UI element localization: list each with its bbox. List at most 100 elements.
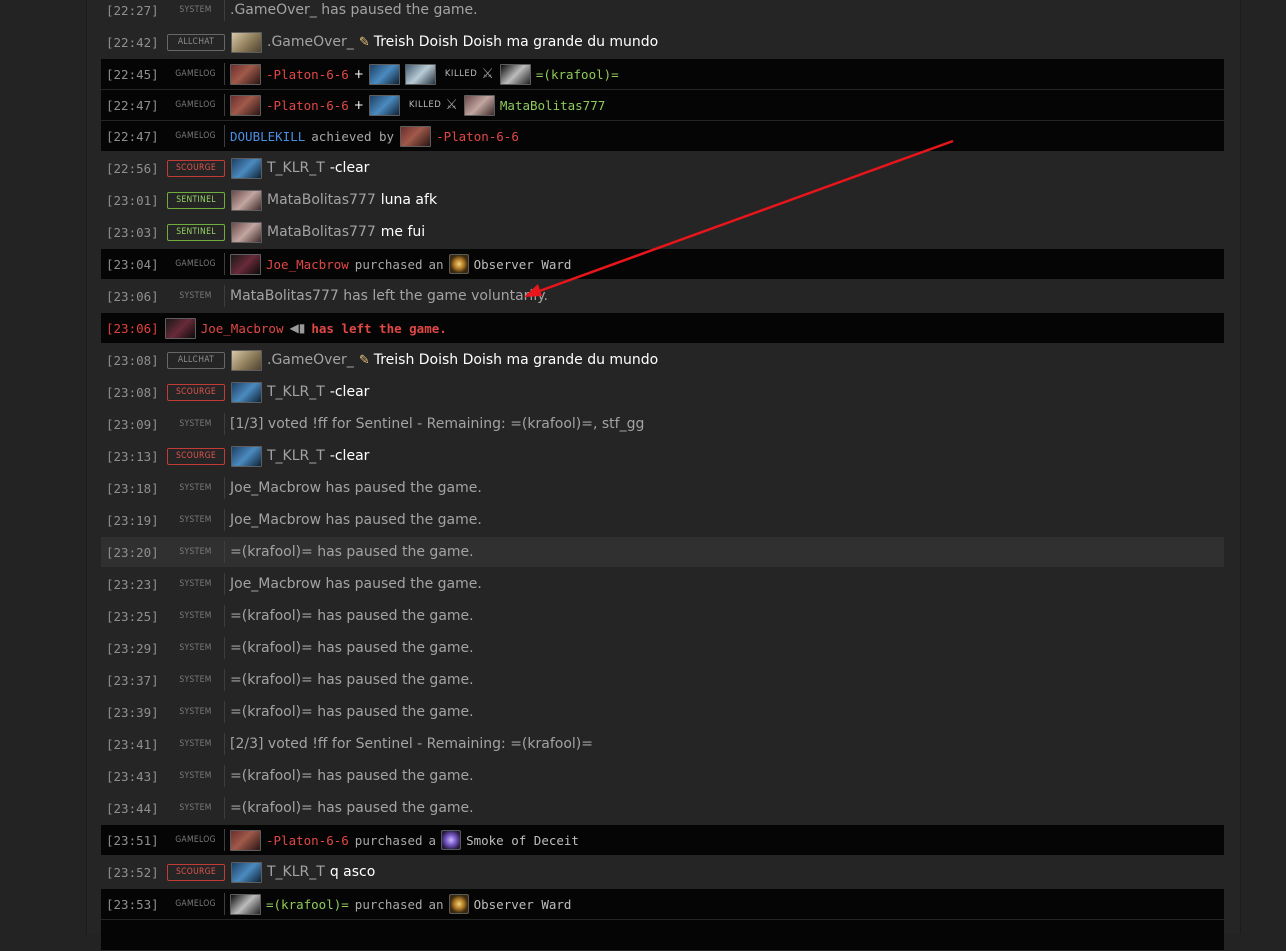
system-message: =(krafool)= has paused the game. [230, 800, 474, 816]
log-row: [23:25] SYSTEM =(krafool)= has paused th… [101, 600, 1224, 632]
player-name[interactable]: T_KLR_T [267, 864, 325, 880]
system-message: [2/3] voted !ff for Sentinel - Remaining… [230, 736, 593, 752]
gamelog-tag: GAMELOG [167, 829, 225, 851]
log-row: [23:19] SYSTEM Joe_Macbrow has paused th… [101, 504, 1224, 536]
chat-message: -clear [329, 448, 370, 464]
system-tag: SYSTEM [167, 477, 225, 499]
timestamp: [23:06] [106, 288, 159, 304]
article-text: a [428, 832, 437, 848]
log-row: [22:56] SCOURGE T_KLR_T -clear [101, 152, 1224, 184]
hero-avatar [499, 63, 531, 85]
hero-avatar [230, 94, 261, 116]
system-message: Joe_Macbrow has paused the game. [230, 576, 482, 592]
timestamp: [23:52] [106, 864, 159, 880]
system-message: [1/3] voted !ff for Sentinel - Remaining… [230, 416, 645, 432]
player-name[interactable]: =(krafool)= [536, 67, 619, 82]
broom-icon: ✎ [358, 34, 370, 50]
scourge-tag: SCOURGE [167, 447, 225, 465]
timestamp: [23:04] [106, 256, 159, 272]
killed-label: KILLED [444, 69, 478, 79]
player-name[interactable]: .GameOver_ [267, 34, 354, 50]
player-name[interactable]: MataBolitas777 [267, 192, 376, 208]
timestamp: [23:29] [106, 640, 159, 656]
system-message: .GameOver_ has paused the game. [230, 2, 478, 18]
hero-avatar [231, 189, 262, 211]
gamelog-tag: GAMELOG [167, 125, 225, 147]
article-text: an [428, 256, 444, 272]
log-row: [23:29] SYSTEM =(krafool)= has paused th… [101, 632, 1224, 664]
timestamp: [23:19] [106, 512, 159, 528]
player-name[interactable]: =(krafool)= [266, 897, 349, 912]
player-name[interactable]: Joe_Macbrow [201, 321, 284, 336]
gamelog-tag: GAMELOG [167, 253, 225, 275]
system-tag: SYSTEM [167, 797, 225, 819]
purchased-text: purchased [354, 256, 423, 272]
broom-icon: ✎ [358, 352, 370, 368]
log-row-hovered: [23:20] SYSTEM =(krafool)= has paused th… [101, 537, 1224, 567]
player-name[interactable]: T_KLR_T [267, 160, 325, 176]
system-tag: SYSTEM [167, 701, 225, 723]
gamelog-row: [22:47] GAMELOG DOUBLEKILL achieved by -… [101, 121, 1224, 151]
timestamp: [23:23] [106, 576, 159, 592]
gamelog-tag: GAMELOG [167, 63, 225, 85]
timestamp: [23:44] [106, 800, 159, 816]
item-name: Observer Ward [473, 896, 572, 912]
system-message: =(krafool)= has paused the game. [230, 640, 474, 656]
timestamp: [23:41] [106, 736, 159, 752]
system-tag: SYSTEM [167, 765, 225, 787]
log-row: [23:41] SYSTEM [2/3] voted !ff for Senti… [101, 728, 1224, 760]
item-name: Smoke of Deceit [466, 832, 579, 848]
log-row: [23:23] SYSTEM Joe_Macbrow has paused th… [101, 568, 1224, 600]
purchased-text: purchased [354, 832, 423, 848]
timestamp: [22:45] [106, 66, 159, 82]
plus-icon: + [353, 98, 364, 112]
player-name[interactable]: -Platon-6-6 [266, 67, 349, 82]
player-name[interactable]: MataBolitas777 [267, 224, 376, 240]
leave-message: has left the game. [311, 320, 447, 336]
timestamp: [23:13] [106, 448, 159, 464]
player-name[interactable]: -Platon-6-6 [266, 98, 349, 113]
player-left-row: [23:06] Joe_Macbrow ◀▮ has left the game… [101, 313, 1224, 343]
system-tag: SYSTEM [167, 509, 225, 531]
system-tag: SYSTEM [167, 541, 225, 563]
gamelog-tag: GAMELOG [167, 893, 225, 915]
scourge-tag: SCOURGE [167, 383, 225, 401]
player-name[interactable]: -Platon-6-6 [266, 833, 349, 848]
chat-message: me fui [380, 224, 426, 240]
scourge-tag: SCOURGE [167, 863, 225, 881]
system-message: =(krafool)= has paused the game. [230, 608, 474, 624]
achieved-by-text: achieved by [311, 128, 395, 144]
timestamp: [23:08] [106, 352, 159, 368]
allchat-tag: ALLCHAT [167, 351, 225, 369]
allchat-tag: ALLCHAT [167, 33, 225, 51]
hero-avatar [368, 63, 400, 85]
player-name[interactable]: Joe_Macbrow [266, 257, 349, 272]
system-tag: SYSTEM [167, 605, 225, 627]
gamelog-row: [23:53] GAMELOG =(krafool)= purchased an… [101, 889, 1224, 919]
timestamp: [23:43] [106, 768, 159, 784]
hero-avatar [230, 893, 261, 915]
log-row: [23:01] SENTINEL MataBolitas777 luna afk [101, 184, 1224, 216]
observer-ward-icon [448, 254, 469, 274]
chat-log: [22:27] SYSTEM .GameOver_ has paused the… [101, 0, 1224, 951]
timestamp: [22:27] [106, 2, 159, 18]
player-name[interactable]: T_KLR_T [267, 384, 325, 400]
player-name[interactable]: -Platon-6-6 [436, 129, 519, 144]
system-tag: SYSTEM [167, 413, 225, 435]
disconnect-icon: ◀▮ [289, 321, 306, 335]
hero-avatar [231, 349, 262, 371]
timestamp: [23:18] [106, 480, 159, 496]
sentinel-tag: SENTINEL [167, 191, 225, 209]
gamelog-row-partial [101, 920, 1224, 950]
log-row: [23:44] SYSTEM =(krafool)= has paused th… [101, 792, 1224, 824]
system-message: =(krafool)= has paused the game. [230, 768, 474, 784]
system-message: Joe_Macbrow has paused the game. [230, 480, 482, 496]
log-row: [23:03] SENTINEL MataBolitas777 me fui [101, 216, 1224, 248]
player-name[interactable]: MataBolitas777 [500, 98, 605, 113]
player-name[interactable]: .GameOver_ [267, 352, 354, 368]
timestamp: [23:51] [106, 832, 159, 848]
sentinel-tag: SENTINEL [167, 223, 225, 241]
player-name[interactable]: T_KLR_T [267, 448, 325, 464]
timestamp: [23:06] [106, 320, 159, 336]
system-message: =(krafool)= has paused the game. [230, 544, 474, 560]
